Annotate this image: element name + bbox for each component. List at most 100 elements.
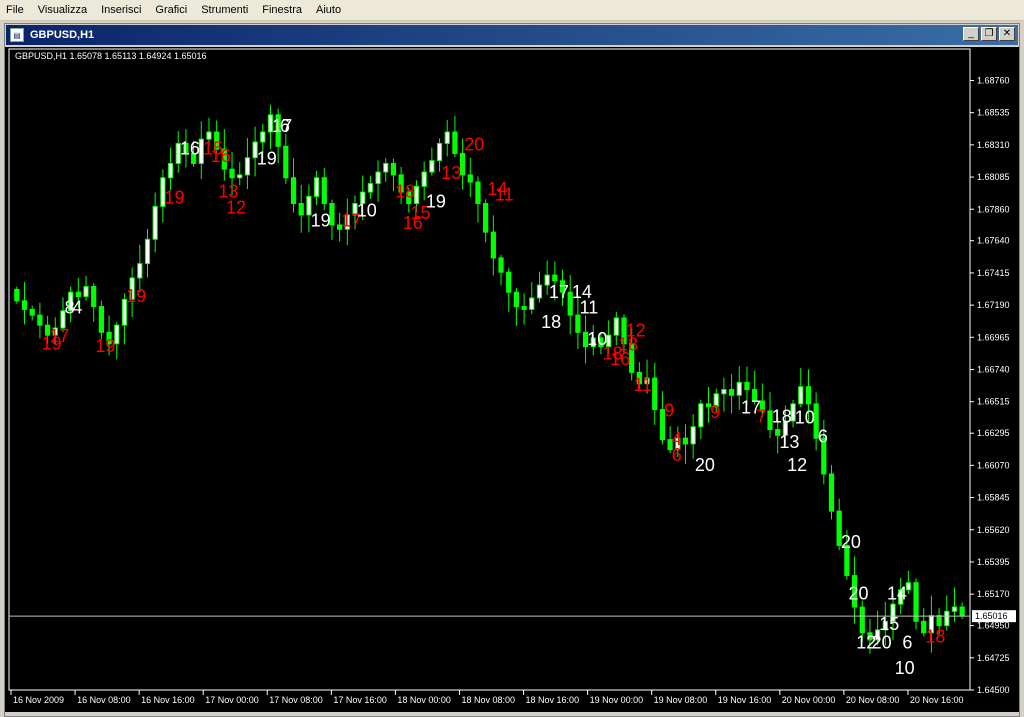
candle-count-label: 6 — [280, 116, 290, 136]
chart-canvas[interactable]: GBPUSD,H1 1.65078 1.65113 1.64924 1.6501… — [5, 47, 1019, 712]
candle-body — [436, 142, 443, 162]
candle-count-label: 15 — [879, 614, 899, 634]
x-tick-label: 18 Nov 16:00 — [526, 695, 580, 705]
menu-aiuto[interactable]: Aiuto — [310, 4, 349, 16]
y-tick-label: 1.66070 — [977, 460, 1010, 470]
candle-count-label: 18 — [541, 312, 561, 332]
candle-body — [83, 286, 89, 298]
candle-body — [91, 286, 97, 308]
candle-body — [383, 162, 389, 173]
candle-body — [75, 291, 81, 298]
candle-count-label: 17 — [549, 282, 569, 302]
candle-body — [229, 168, 235, 179]
candle-count-label: 17 — [741, 398, 761, 418]
window-controls: _ ❐ ✕ — [963, 27, 1015, 41]
candle-body — [390, 162, 397, 176]
candle-body — [959, 606, 965, 617]
candle-body — [536, 284, 543, 299]
candle-count-label: 18 — [395, 182, 415, 202]
chart-window-icon: ▤ — [10, 28, 24, 42]
candle-count-label: 16 — [180, 139, 200, 159]
candle-body — [290, 177, 297, 205]
x-tick-label: 16 Nov 16:00 — [141, 695, 195, 705]
menu-inserisci[interactable]: Inserisci — [95, 4, 149, 16]
candle-count-label: 13 — [779, 432, 799, 452]
candle-body — [951, 606, 958, 612]
x-tick-label: 16 Nov 2009 — [13, 695, 64, 705]
candle-body — [321, 177, 327, 205]
candle-body — [944, 610, 950, 627]
restore-button[interactable]: ❐ — [981, 27, 997, 41]
candle-body — [167, 162, 174, 179]
candle-body — [490, 231, 496, 259]
candle-body — [144, 238, 151, 265]
candle-body — [859, 606, 865, 634]
plot-border — [8, 48, 971, 691]
candle-body — [652, 377, 658, 411]
x-tick-label: 18 Nov 08:00 — [461, 695, 515, 705]
y-tick-label: 1.67860 — [977, 204, 1010, 214]
candle-count-label: 18 — [618, 335, 638, 355]
candle-body — [37, 314, 43, 326]
x-tick-label: 20 Nov 16:00 — [910, 695, 964, 705]
y-tick-label: 1.66740 — [977, 365, 1010, 375]
candle-body — [721, 389, 727, 395]
candle-body — [260, 131, 266, 143]
candle-count-label: 20 — [464, 134, 484, 154]
y-tick-label: 1.64500 — [977, 685, 1010, 695]
candle-count-label: 12 — [226, 197, 246, 217]
x-tick-label: 19 Nov 08:00 — [654, 695, 708, 705]
candlestick-chart[interactable]: GBPUSD,H1 1.65078 1.65113 1.64924 1.6501… — [5, 47, 1019, 712]
title-bar[interactable]: ▤ GBPUSD,H1 _ ❐ ✕ — [6, 25, 1018, 45]
candle-body — [698, 403, 704, 428]
candle-body — [367, 182, 373, 193]
x-tick-label: 17 Nov 00:00 — [205, 695, 259, 705]
candle-count-label: 19 — [426, 192, 446, 212]
candle-count-label: 20 — [695, 455, 715, 475]
last-price-label: 1.65016 — [975, 611, 1008, 621]
candle-body — [529, 297, 535, 310]
x-tick-label: 19 Nov 16:00 — [718, 695, 772, 705]
y-tick-label: 1.67640 — [977, 236, 1010, 246]
candle-body — [828, 473, 835, 512]
chart-symbol-info: GBPUSD,H1 1.65078 1.65113 1.64924 1.6501… — [15, 51, 206, 61]
candle-body — [237, 174, 243, 179]
menu-visualizza[interactable]: Visualizza — [32, 4, 95, 16]
candle-count-label: 18 — [772, 406, 792, 426]
candle-body — [798, 386, 804, 405]
candle-body — [283, 145, 289, 179]
candle-count-label: 19 — [165, 187, 185, 207]
candle-body — [14, 288, 20, 302]
candle-body — [452, 131, 458, 154]
x-tick-label: 17 Nov 08:00 — [269, 695, 323, 705]
candle-body — [736, 381, 742, 396]
menu-finestra[interactable]: Finestra — [256, 4, 310, 16]
close-button[interactable]: ✕ — [999, 27, 1015, 41]
candle-count-label: 11 — [580, 298, 599, 318]
candle-count-label: 20 — [872, 632, 892, 652]
candle-count-label: 19 — [126, 286, 146, 306]
candle-count-label: 11 — [495, 185, 514, 205]
candle-body — [375, 171, 381, 184]
menu-file[interactable]: File — [0, 4, 32, 16]
y-tick-label: 1.66965 — [977, 332, 1010, 342]
candle-body — [513, 291, 520, 308]
candle-body — [613, 317, 619, 336]
candle-body — [429, 160, 435, 173]
x-tick-label: 19 Nov 00:00 — [590, 695, 644, 705]
candle-count-label: 6 — [902, 632, 912, 652]
candle-body — [506, 271, 512, 293]
candle-body — [483, 203, 489, 233]
y-tick-label: 1.68535 — [977, 108, 1010, 118]
menu-grafici[interactable]: Grafici — [149, 4, 195, 16]
candle-body — [444, 131, 450, 144]
candle-body — [575, 314, 581, 333]
candle-body — [152, 205, 158, 240]
minimize-button[interactable]: _ — [963, 27, 979, 41]
candle-body — [552, 274, 558, 282]
candle-count-label: 19 — [95, 336, 115, 356]
menu-strumenti[interactable]: Strumenti — [195, 4, 256, 16]
y-tick-label: 1.68085 — [977, 172, 1010, 182]
x-tick-label: 16 Nov 08:00 — [77, 695, 131, 705]
candle-body — [475, 181, 481, 205]
